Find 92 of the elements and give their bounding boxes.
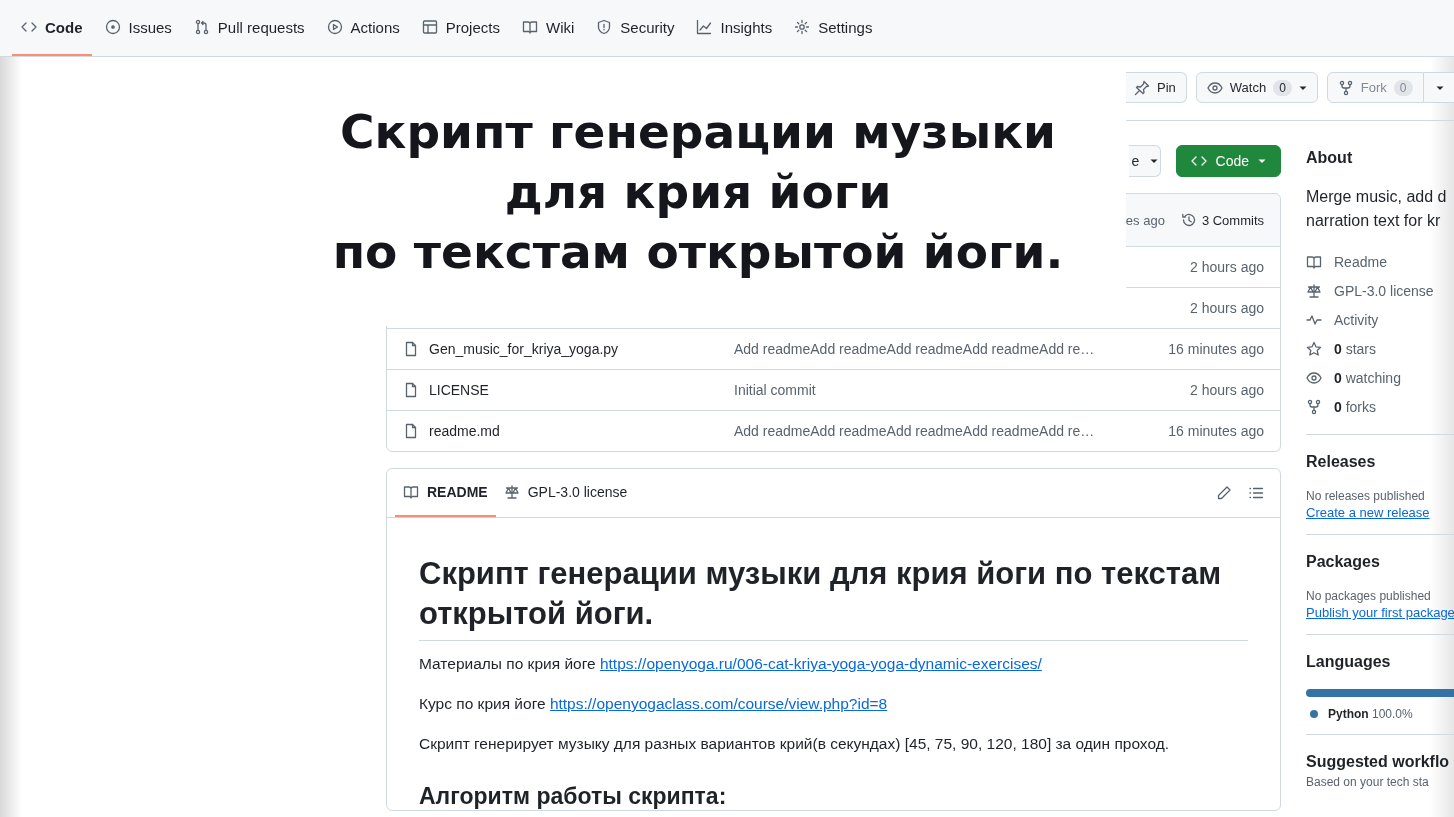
file-name[interactable]: LICENSE — [429, 382, 734, 398]
section-title: Languages — [1306, 653, 1392, 671]
tab-icon — [421, 19, 438, 35]
tab-icon — [696, 19, 713, 35]
about-title: About — [1306, 149, 1354, 167]
commit-message[interactable]: Add readmeAdd readmeAdd readmeAdd readmeAdd re… — [734, 423, 1134, 439]
tab-icon — [596, 19, 613, 35]
history-icon — [1180, 212, 1197, 228]
link-icon — [1306, 282, 1322, 299]
about-link[interactable]: 0 stars — [1306, 334, 1454, 363]
link-label: 0 stars — [1334, 340, 1377, 357]
repo-tab[interactable]: Actions — [317, 0, 409, 56]
commit-time: es ago — [1125, 212, 1165, 228]
section-link[interactable]: Create a new release — [1306, 505, 1430, 520]
caret-icon — [1150, 157, 1159, 165]
tab-icon — [521, 19, 538, 35]
file-icon — [403, 382, 419, 398]
about-link[interactable]: Readme — [1306, 247, 1454, 276]
link-icon — [1306, 340, 1322, 357]
tab-icon — [326, 19, 343, 35]
about-description: narration text for kr — [1306, 211, 1442, 231]
commits-link[interactable]: 3 Commits — [1180, 212, 1264, 228]
fork-icon — [1337, 79, 1354, 96]
link-icon — [1306, 398, 1322, 415]
file-name[interactable]: readme.md — [429, 423, 734, 439]
file-icon — [403, 423, 419, 439]
repo-tab[interactable]: Pull requests — [184, 0, 314, 56]
readme-paragraph: Скрипт генерирует музыку для разных вариантов крий(в секундах) [45, 75, 90, 120, 180] за один проход. — [419, 734, 1171, 754]
readme-link[interactable]: https://openyogaclass.com/course/view.php?id=8 — [549, 695, 888, 712]
commit-time: 16 minutes ago — [1168, 341, 1264, 357]
link-icon — [1306, 253, 1322, 270]
watch-count: 0 — [1273, 79, 1292, 96]
tab-icon — [104, 19, 121, 35]
readme-title: Скрипт генерации музыки для крия йоги по текстам открытой йоги. — [419, 554, 1248, 641]
about-description: Merge music, add d — [1306, 187, 1448, 207]
fork-dropdown-button[interactable] — [1423, 72, 1454, 103]
tab-icon — [193, 19, 210, 35]
section-note: No packages published — [1306, 589, 1432, 603]
pin-button[interactable]: Pin — [1126, 72, 1187, 103]
language-label: Python 100.0% — [1328, 707, 1413, 721]
link-icon — [1306, 369, 1322, 386]
section-title: Suggested workflo — [1306, 753, 1451, 771]
repo-tab[interactable]: Insights — [687, 0, 782, 56]
repo-tab[interactable]: Code — [12, 0, 92, 56]
code-button[interactable]: Code — [1175, 145, 1281, 177]
file-icon — [403, 341, 419, 357]
repo-tab[interactable]: Settings — [785, 0, 882, 56]
tab-icon — [403, 484, 419, 500]
commit-message[interactable]: Add readmeAdd readmeAdd readmeAdd readmeAdd re… — [734, 341, 1134, 357]
about-link[interactable]: Activity — [1306, 305, 1454, 334]
about-link[interactable]: 0 watching — [1306, 363, 1454, 392]
readme-paragraph: Курс по крия йоге https://openyogaclass.com/course/view.php?id=8 — [419, 694, 889, 714]
section-note: No releases published — [1306, 489, 1426, 503]
pin-icon — [1134, 79, 1150, 96]
about-link[interactable]: GPL-3.0 license — [1306, 276, 1454, 305]
repo-tab[interactable]: Projects — [412, 0, 509, 56]
link-label: Activity — [1334, 311, 1379, 328]
link-label: Readme — [1334, 253, 1387, 270]
tab-icon — [503, 484, 520, 500]
tab-icon — [794, 19, 811, 35]
about-link[interactable]: 0 forks — [1306, 392, 1454, 421]
list-icon — [1248, 485, 1264, 501]
section-link[interactable]: Publish your first package — [1306, 605, 1454, 620]
caret-icon — [1258, 157, 1266, 165]
edit-icon — [1216, 485, 1232, 501]
readme-paragraph: Материалы по крия йоге https://openyoga.ru/006-cat-kriya-yoga-yoga-dynamic-exercises/ — [419, 654, 1043, 674]
overlay-title-line: Скрипт генерации музыки — [340, 103, 1056, 161]
link-label: 0 forks — [1334, 398, 1377, 415]
commit-time: 2 hours ago — [1190, 300, 1264, 316]
readme-tab[interactable]: GPL-3.0 license — [495, 469, 636, 517]
file-name[interactable]: Gen_music_for_kriya_yoga.py — [429, 341, 734, 357]
branch-button[interactable]: e — [1128, 145, 1161, 177]
readme-heading: Алгоритм работы скрипта: — [419, 783, 728, 810]
section-note: Based on your tech sta — [1306, 775, 1430, 789]
fork-count: 0 — [1393, 79, 1413, 96]
readme-link[interactable]: https://openyoga.ru/006-cat-kriya-yoga-yoga-dynamic-exercises/ — [599, 655, 1042, 672]
repo-tab[interactable]: Security — [587, 0, 684, 56]
link-label: 0 watching — [1334, 369, 1401, 386]
repo-tab[interactable]: Issues — [95, 0, 181, 56]
overlay-title-line: по текстам открытой йоги. — [332, 223, 1064, 281]
repo-tab[interactable]: Wiki — [512, 0, 584, 56]
section-title: Packages — [1306, 553, 1381, 571]
watch-button[interactable]: Watch 0 — [1195, 72, 1318, 103]
commit-message[interactable]: Initial commit — [734, 382, 1134, 398]
readme-tab[interactable]: README — [395, 469, 496, 517]
overlay-title-line: для крия йоги — [504, 163, 892, 221]
section-title: Releases — [1306, 453, 1377, 471]
link-label: GPL-3.0 license — [1334, 282, 1434, 299]
commit-time: 2 hours ago — [1190, 259, 1264, 275]
commit-time: 16 minutes ago — [1168, 423, 1264, 439]
commit-time: 2 hours ago — [1190, 382, 1264, 398]
eye-icon — [1206, 79, 1223, 96]
